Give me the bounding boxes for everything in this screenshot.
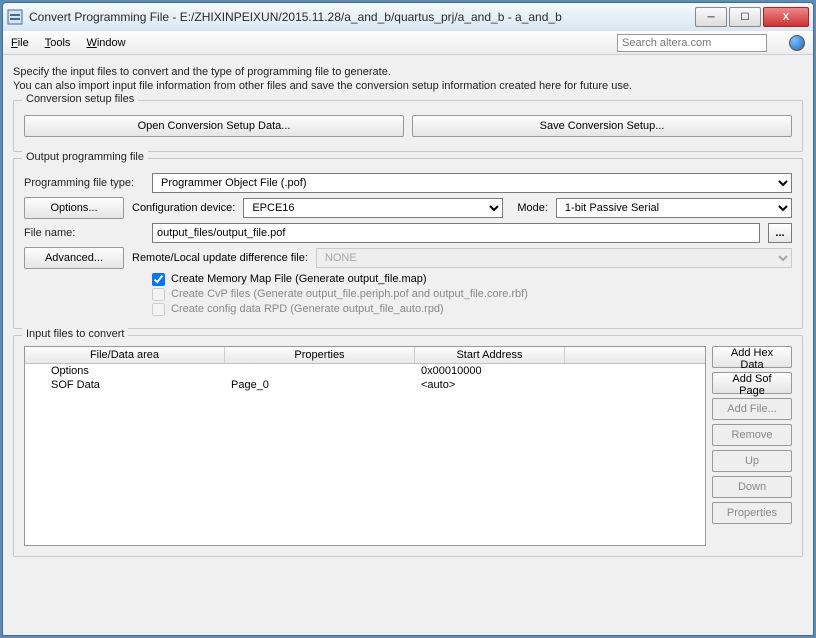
intro-text: Specify the input files to convert and t…	[13, 65, 803, 94]
minimize-button[interactable]: ─	[695, 7, 727, 27]
up-button: Up	[712, 450, 792, 472]
app-icon	[7, 9, 23, 25]
window: Convert Programming File - E:/ZHIXINPEIX…	[2, 2, 814, 636]
mode-label: Mode:	[517, 202, 548, 214]
down-button: Down	[712, 476, 792, 498]
menubar: File Tools Window	[3, 31, 813, 55]
group-legend: Conversion setup files	[22, 93, 138, 105]
options-button[interactable]: Options...	[24, 197, 124, 219]
prog-type-label: Programming file type:	[24, 177, 144, 189]
col-start-address: Start Address	[415, 347, 565, 363]
table-row[interactable]: Options 0x00010000	[25, 364, 705, 378]
file-name-input[interactable]	[152, 223, 760, 243]
add-sof-button[interactable]: Add Sof Page	[712, 372, 792, 394]
side-buttons: Add Hex Data Add Sof Page Add File... Re…	[712, 346, 792, 546]
group-legend: Input files to convert	[22, 328, 128, 340]
table-header: File/Data area Properties Start Address	[25, 347, 705, 364]
remove-button: Remove	[712, 424, 792, 446]
window-title: Convert Programming File - E:/ZHIXINPEIX…	[29, 10, 693, 24]
col-file-data: File/Data area	[25, 347, 225, 363]
menu-window[interactable]: Window	[86, 37, 125, 49]
advanced-button[interactable]: Advanced...	[24, 247, 124, 269]
close-button[interactable]: X	[763, 7, 809, 27]
remote-select: NONE	[316, 248, 792, 268]
save-conversion-button[interactable]: Save Conversion Setup...	[412, 115, 792, 137]
chk-memory-map[interactable]: Create Memory Map File (Generate output_…	[152, 273, 792, 286]
config-device-label: Configuration device:	[132, 202, 235, 214]
properties-button: Properties	[712, 502, 792, 524]
chk-memory-map-label: Create Memory Map File (Generate output_…	[171, 273, 427, 285]
maximize-button[interactable]: ☐	[729, 7, 761, 27]
col-properties: Properties	[225, 347, 415, 363]
remote-label: Remote/Local update difference file:	[132, 252, 308, 264]
table-body: Options 0x00010000 SOF Data Page_0 <auto…	[25, 364, 705, 392]
config-device-select[interactable]: EPCE16	[243, 198, 503, 218]
menu-tools[interactable]: Tools	[45, 37, 71, 49]
group-input-files: Input files to convert File/Data area Pr…	[13, 335, 803, 557]
globe-icon[interactable]	[789, 35, 805, 51]
window-controls: ─ ☐ X	[693, 7, 809, 27]
menu-file[interactable]: File	[11, 37, 29, 49]
content-area: Specify the input files to convert and t…	[3, 55, 813, 635]
file-name-label: File name:	[24, 227, 144, 239]
browse-button[interactable]: ...	[768, 223, 792, 243]
add-file-button: Add File...	[712, 398, 792, 420]
group-output-programming: Output programming file Programming file…	[13, 158, 803, 329]
chk-cvp-label: Create CvP files (Generate output_file.p…	[171, 288, 528, 300]
titlebar: Convert Programming File - E:/ZHIXINPEIX…	[3, 3, 813, 31]
add-hex-button[interactable]: Add Hex Data	[712, 346, 792, 368]
table-row[interactable]: SOF Data Page_0 <auto>	[25, 378, 705, 392]
chk-cvp-box	[152, 288, 165, 301]
open-conversion-button[interactable]: Open Conversion Setup Data...	[24, 115, 404, 137]
chk-rpd: Create config data RPD (Generate output_…	[152, 303, 792, 316]
input-files-table[interactable]: File/Data area Properties Start Address …	[24, 346, 706, 546]
prog-type-select[interactable]: Programmer Object File (.pof)	[152, 173, 792, 193]
search-input[interactable]	[617, 34, 767, 52]
chk-rpd-box	[152, 303, 165, 316]
group-conversion-setup: Conversion setup files Open Conversion S…	[13, 100, 803, 152]
chk-cvp: Create CvP files (Generate output_file.p…	[152, 288, 792, 301]
mode-select[interactable]: 1-bit Passive Serial	[556, 198, 792, 218]
chk-rpd-label: Create config data RPD (Generate output_…	[171, 303, 444, 315]
chk-memory-map-box[interactable]	[152, 273, 165, 286]
group-legend: Output programming file	[22, 151, 148, 163]
